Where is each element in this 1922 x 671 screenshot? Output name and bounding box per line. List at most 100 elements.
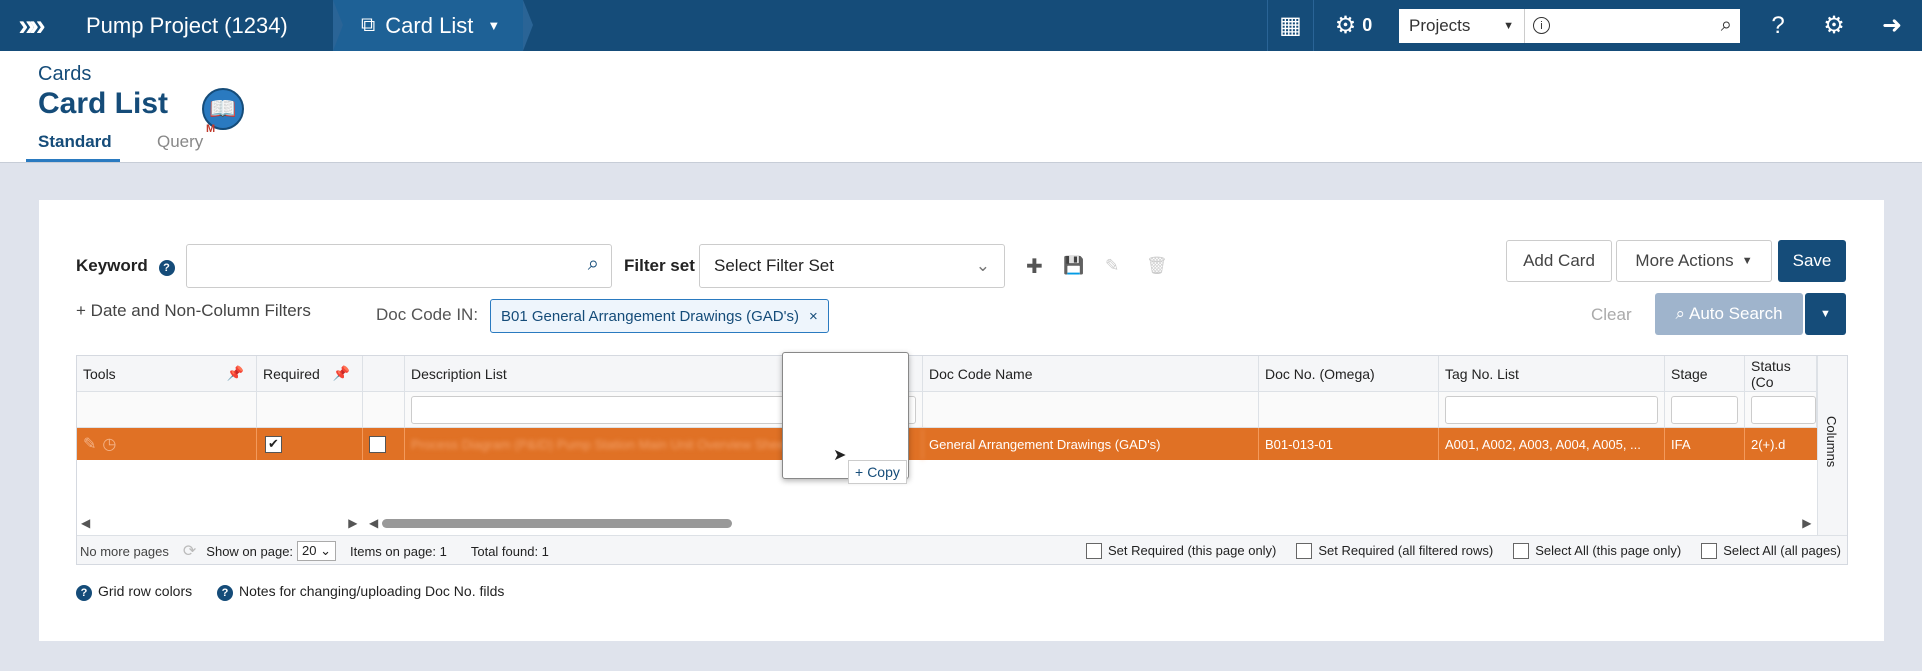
search-icon[interactable]: ⌕	[588, 253, 599, 276]
chevron-down-icon: ⌄	[975, 256, 990, 275]
tag-no-filter-input[interactable]	[1445, 396, 1658, 424]
page-title: Card List	[38, 87, 169, 120]
scroll-left-icon[interactable]: ◀	[369, 516, 378, 530]
app-logo-icon[interactable]: »»	[0, 0, 58, 51]
tasks-count: 0	[1362, 15, 1373, 35]
grid-row-colors-link[interactable]: ? Grid row colors	[76, 583, 192, 601]
edit-filter-icon[interactable]: ✎	[1105, 256, 1119, 276]
total-found-text: Total found: 1	[470, 543, 549, 559]
set-required-page-label: Set Required (this page only)	[1108, 542, 1277, 558]
caret-down-icon: ▼	[1741, 255, 1753, 267]
tab-standard[interactable]: Standard	[26, 132, 120, 162]
set-required-all-checkbox[interactable]	[1296, 543, 1313, 560]
row-doc-code-name: General Arrangement Drawings (GAD's)	[923, 428, 1259, 460]
date-filters-toggle[interactable]: + Date and Non-Column Filters	[76, 301, 311, 321]
tasks-button[interactable]: ⚙ 0	[1313, 0, 1393, 51]
global-search-input[interactable]: i ⌕	[1524, 8, 1740, 43]
edit-icon[interactable]: ✎	[83, 434, 96, 454]
auto-search-dropdown-button[interactable]: ▼	[1805, 293, 1846, 335]
document-copy-icon: ⧉	[361, 14, 376, 36]
cards-grid: Tools 📌 Required 📌 Description List Doc …	[76, 355, 1848, 565]
filter-cell-select	[363, 392, 405, 428]
page-size-select[interactable]: 20 ⌄	[297, 541, 337, 561]
breadcrumb-page[interactable]: ⧉ Card List ▼	[333, 0, 533, 51]
breadcrumb-project[interactable]: Pump Project (1234)	[58, 0, 343, 51]
filter-set-label: Filter set	[624, 256, 695, 275]
table-row[interactable]: ✎ ◷ ✔ Process Diagram (P&ID) Pump Statio…	[77, 428, 1817, 460]
select-all-pages-checkbox[interactable]	[1701, 543, 1718, 560]
main-scrollbar[interactable]: ◀ ▶	[369, 516, 1817, 530]
add-card-button[interactable]: Add Card	[1506, 240, 1612, 282]
row-select	[363, 428, 405, 460]
row-status: 2(+).d	[1751, 436, 1786, 452]
project-scope-select[interactable]: Projects ▼	[1399, 8, 1524, 43]
col-header-select[interactable]	[363, 356, 405, 392]
col-header-doc-code-name[interactable]: Doc Code Name	[923, 356, 1259, 392]
filter-cell-status	[1745, 392, 1817, 428]
items-on-page-text: Items on page: 1	[350, 543, 447, 559]
help-icon: ?	[217, 585, 233, 601]
filter-set-select[interactable]: Select Filter Set ⌄	[699, 244, 1005, 288]
more-actions-button[interactable]: More Actions ▼	[1616, 240, 1772, 282]
stage-filter-input[interactable]	[1671, 396, 1738, 424]
breadcrumb-page-label: Card List	[385, 12, 474, 38]
refresh-icon[interactable]: ⟳	[183, 541, 196, 561]
status-filter-input[interactable]	[1751, 396, 1816, 424]
scrollbar-thumb[interactable]	[382, 518, 733, 528]
set-required-all-option[interactable]: Set Required (all filtered rows)	[1296, 543, 1493, 560]
set-required-page-option[interactable]: Set Required (this page only)	[1086, 543, 1276, 560]
plus-icon: +	[855, 464, 864, 480]
doc-no-notes-link[interactable]: ? Notes for changing/uploading Doc No. fi…	[217, 583, 504, 601]
copy-indicator: + Copy	[848, 460, 907, 484]
delete-filter-icon[interactable]: 🗑	[1146, 256, 1168, 276]
col-header-tag-no[interactable]: Tag No. List	[1439, 356, 1665, 392]
row-select-checkbox[interactable]	[369, 435, 386, 453]
manual-badge: M	[206, 123, 216, 135]
required-checkbox[interactable]: ✔	[265, 435, 282, 453]
clear-button[interactable]: Clear	[1591, 305, 1632, 325]
scroll-right-icon[interactable]: ▶	[348, 516, 357, 530]
scroll-left-icon[interactable]: ◀	[81, 516, 90, 530]
select-all-pages-label: Select All (all pages)	[1723, 542, 1841, 558]
frozen-scrollbar[interactable]: ◀ ▶	[81, 516, 361, 530]
schedule-icon[interactable]: ▦	[1267, 0, 1313, 51]
set-required-page-checkbox[interactable]	[1086, 543, 1103, 560]
col-header-required[interactable]: Required 📌	[257, 356, 363, 392]
filter-set-value: Select Filter Set	[714, 256, 834, 275]
col-header-required-label: Required	[263, 365, 320, 382]
col-header-status[interactable]: Status (Co	[1745, 356, 1817, 392]
col-header-tools[interactable]: Tools 📌	[77, 356, 257, 392]
pin-icon[interactable]: 📌	[227, 365, 244, 382]
show-on-page-label: Show on page:	[206, 543, 294, 559]
select-all-page-checkbox[interactable]	[1513, 543, 1530, 560]
history-icon[interactable]: ◷	[102, 434, 116, 454]
search-icon[interactable]: ⌕	[1721, 14, 1732, 37]
keyword-input[interactable]: ⌕	[186, 244, 612, 288]
auto-search-button[interactable]: ⌕ Auto Search	[1655, 293, 1803, 335]
close-icon[interactable]: ×	[809, 308, 818, 325]
columns-toggle[interactable]: Columns	[1817, 356, 1847, 536]
save-filter-icon[interactable]: 💾	[1063, 256, 1084, 276]
select-all-page-option[interactable]: Select All (this page only)	[1513, 543, 1681, 560]
add-filter-icon[interactable]: ✚	[1026, 254, 1043, 279]
col-header-stage[interactable]: Stage	[1665, 356, 1745, 392]
help-icon[interactable]: ?	[1750, 0, 1806, 51]
filter-cell-stage	[1665, 392, 1745, 428]
row-tools: ✎ ◷	[77, 428, 257, 460]
no-more-pages-text: No more pages	[80, 543, 169, 559]
gear-icon[interactable]: ⚙	[1806, 0, 1862, 51]
col-header-tools-label: Tools	[83, 365, 116, 382]
pin-icon[interactable]: 📌	[333, 365, 350, 382]
filter-cell-doc-no	[1259, 392, 1439, 428]
help-icon[interactable]: ?	[158, 260, 175, 276]
keyword-label: Keyword ?	[76, 256, 181, 276]
chevron-down-icon: ▼	[487, 18, 501, 33]
row-tag-no: A001, A002, A003, A004, A005, ...	[1439, 428, 1665, 460]
select-all-pages-option[interactable]: Select All (all pages)	[1701, 543, 1841, 560]
tab-query[interactable]: Query	[157, 132, 203, 162]
scroll-right-icon[interactable]: ▶	[1802, 516, 1811, 530]
info-icon: i	[1533, 17, 1550, 34]
logout-icon[interactable]: ➜	[1862, 0, 1922, 51]
save-button[interactable]: Save	[1778, 240, 1846, 282]
col-header-doc-no[interactable]: Doc No. (Omega)	[1259, 356, 1439, 392]
